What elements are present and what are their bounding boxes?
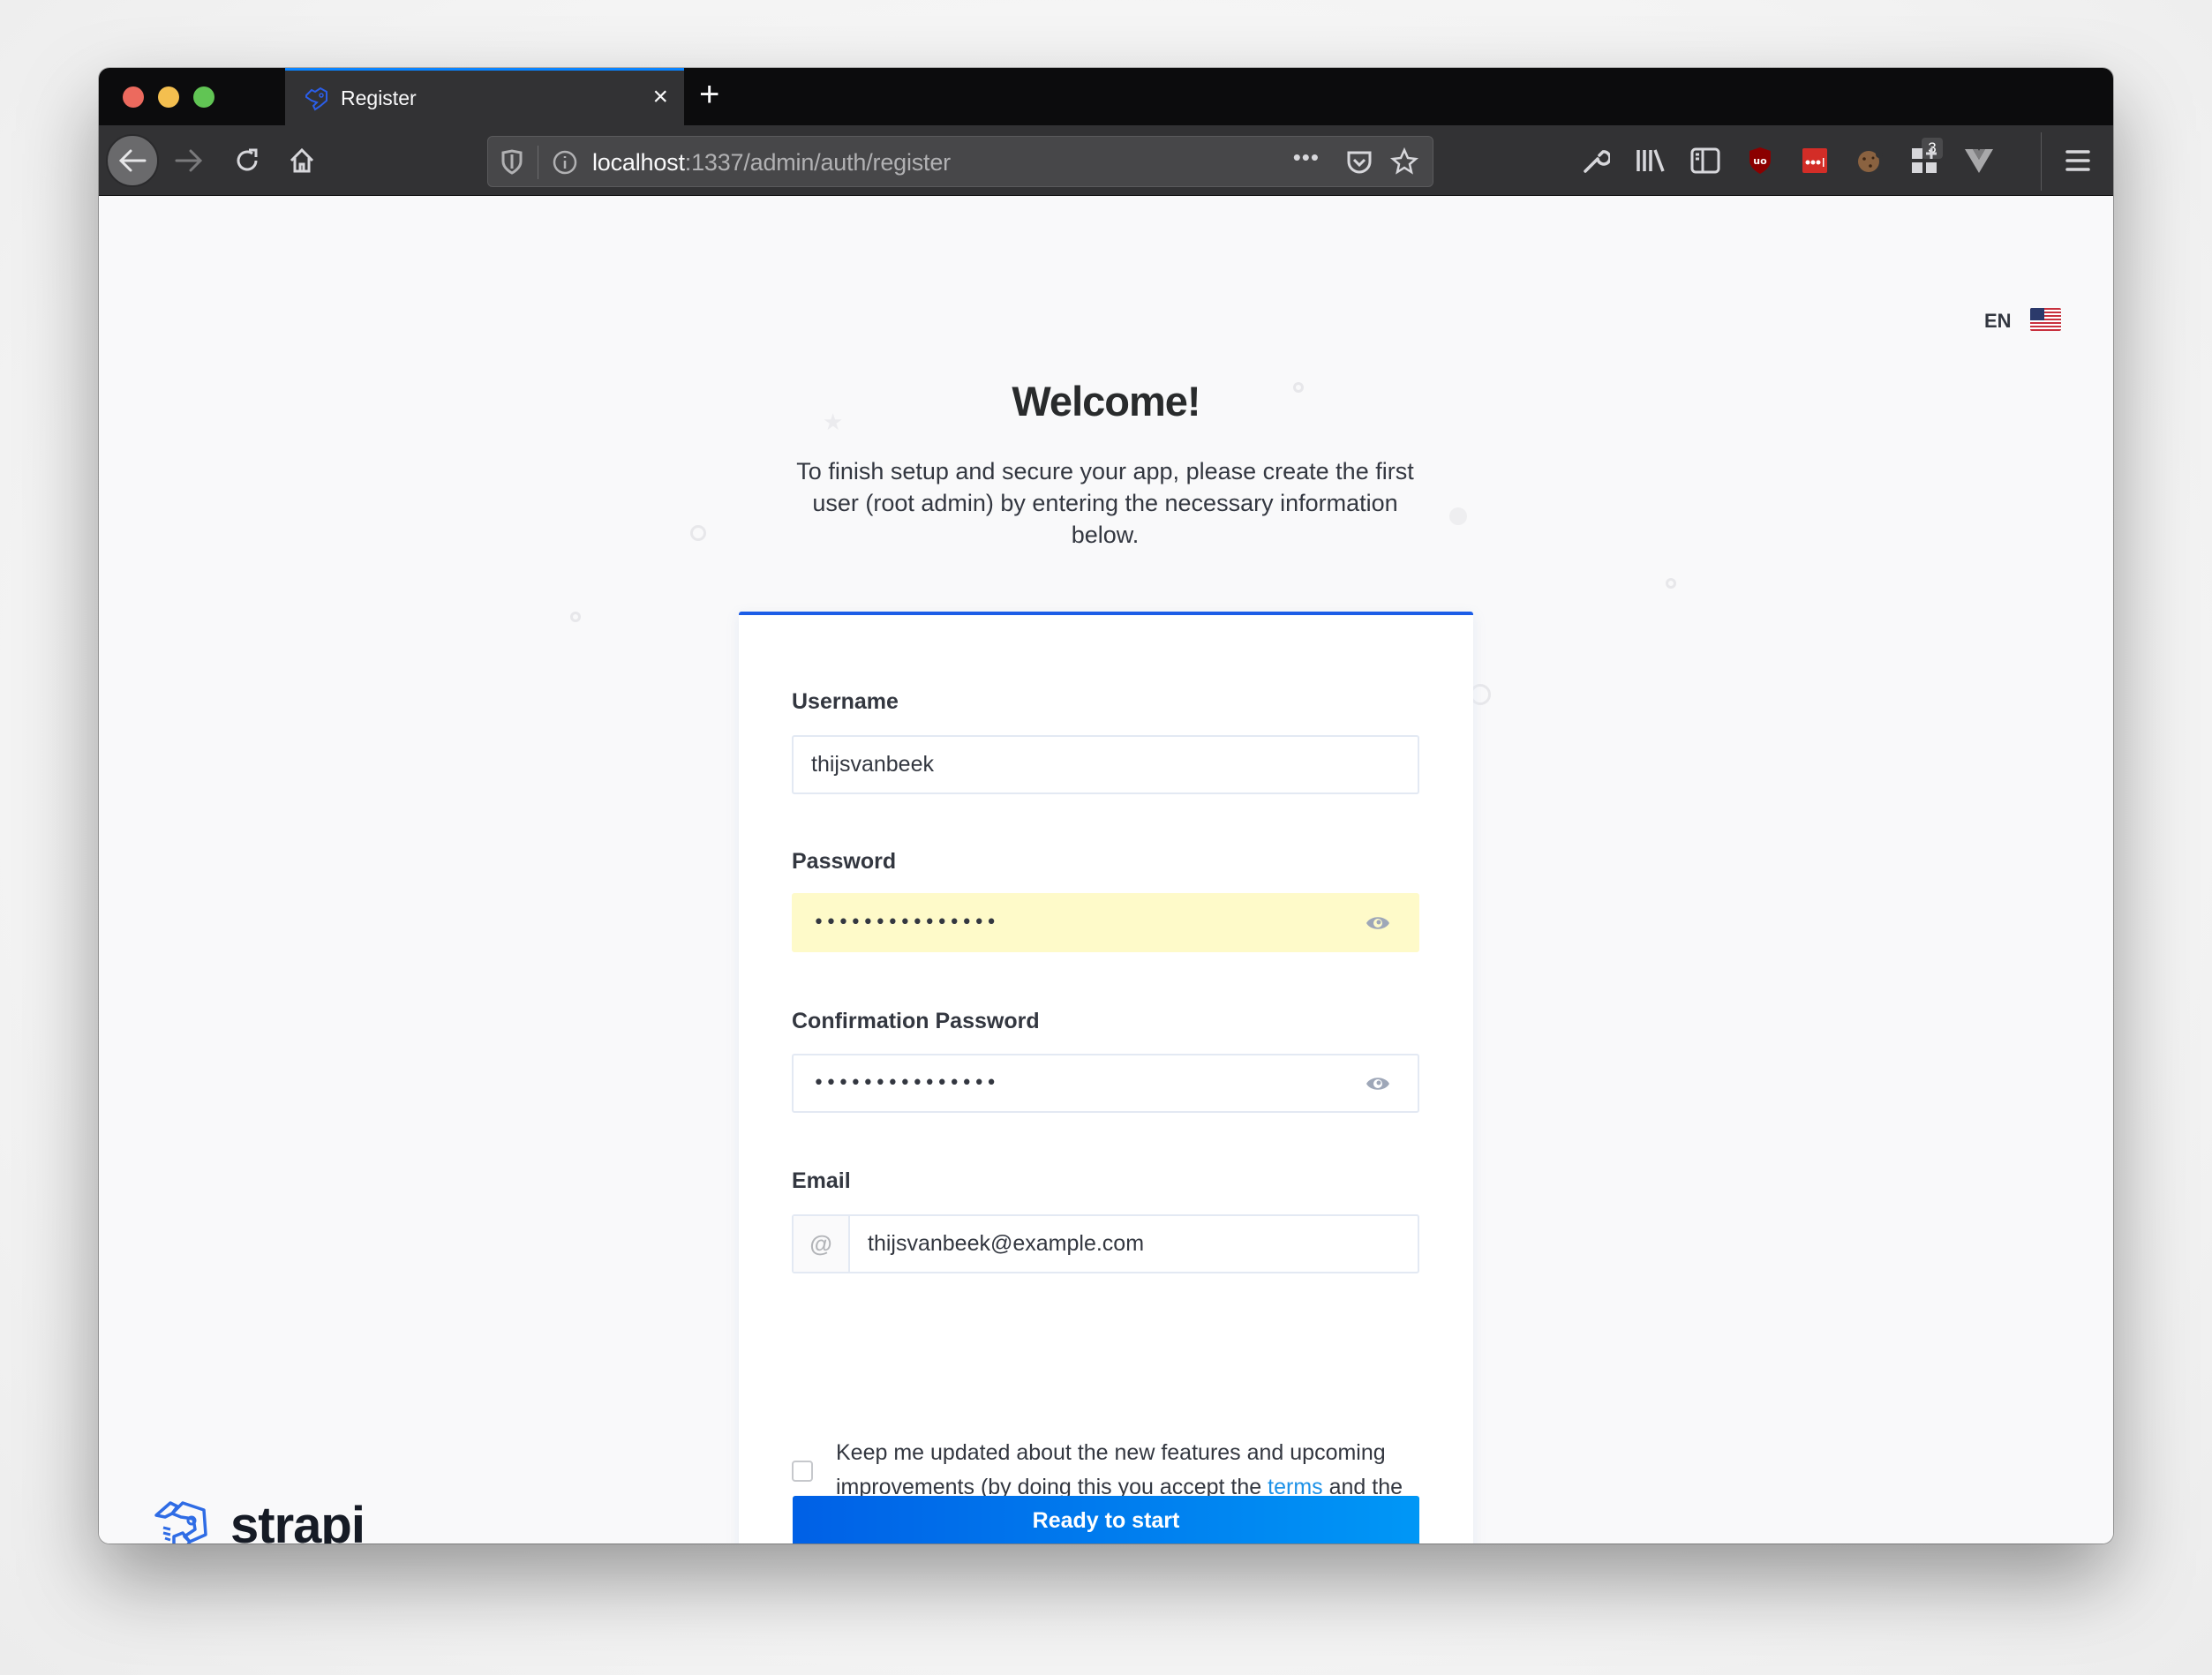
strapi-logo-icon xyxy=(154,1501,207,1544)
strapi-favicon-icon xyxy=(305,86,327,111)
apps-icon[interactable] xyxy=(1907,143,1942,178)
strapi-wordmark: strapi xyxy=(230,1496,365,1544)
home-icon xyxy=(290,147,314,173)
bookmark-star-icon[interactable] xyxy=(1390,147,1418,176)
at-sign-icon: @ xyxy=(794,1216,850,1272)
page-actions-icon[interactable]: ••• xyxy=(1293,144,1320,171)
wrench-icon[interactable] xyxy=(1578,143,1614,178)
language-selector[interactable]: EN xyxy=(1984,310,2012,333)
arrow-right-icon xyxy=(175,149,203,172)
forward-button[interactable] xyxy=(162,134,215,187)
decorative-circle xyxy=(1666,578,1676,589)
tracking-protection-icon[interactable] xyxy=(500,149,523,176)
cookie-icon[interactable] xyxy=(1852,143,1887,178)
toolbar-separator xyxy=(2041,132,2042,191)
decorative-circle xyxy=(570,612,581,622)
username-label: Username xyxy=(792,689,899,714)
reload-icon xyxy=(237,148,258,171)
browser-window: Register × + localhost:1337/admin/auth/r… xyxy=(99,68,2113,1544)
register-form: Username thijsvanbeek Password •••••••••… xyxy=(739,612,1473,1544)
email-input[interactable]: @ thijsvanbeek@example.com xyxy=(792,1214,1419,1273)
password-label: Password xyxy=(792,849,897,874)
confirm-password-input[interactable]: ••••••••••••••• xyxy=(792,1054,1419,1113)
lastpass-icon[interactable] xyxy=(1797,143,1832,178)
tab-strip: Register × + xyxy=(99,68,2113,125)
email-label: Email xyxy=(792,1168,851,1193)
close-tab-icon[interactable]: × xyxy=(652,81,668,113)
confirm-password-label: Confirmation Password xyxy=(792,1009,1040,1033)
minimize-window-button[interactable] xyxy=(158,86,179,108)
reload-button[interactable] xyxy=(221,134,274,187)
decorative-circle xyxy=(690,525,706,541)
nav-toolbar: localhost:1337/admin/auth/register ••• u… xyxy=(99,125,2113,196)
url-text[interactable]: localhost:1337/admin/auth/register xyxy=(592,149,951,177)
sidebar-icon[interactable] xyxy=(1688,143,1723,178)
password-value: ••••••••••••••• xyxy=(813,912,998,934)
site-info-icon[interactable] xyxy=(552,149,578,176)
ublock-icon[interactable]: uo xyxy=(1742,143,1778,178)
url-bar[interactable]: localhost:1337/admin/auth/register ••• xyxy=(487,136,1433,187)
pocket-icon[interactable] xyxy=(1346,149,1373,176)
arrow-left-icon xyxy=(118,149,147,172)
back-button[interactable] xyxy=(106,134,159,187)
library-icon[interactable] xyxy=(1633,143,1668,178)
page-title: Welcome! xyxy=(1012,378,1200,424)
us-flag-icon[interactable] xyxy=(2030,308,2061,331)
strapi-logo: strapi xyxy=(151,1494,365,1544)
decorative-dot xyxy=(1449,507,1467,525)
username-input[interactable]: thijsvanbeek xyxy=(792,735,1419,794)
intro-text: To finish setup and secure your app, ple… xyxy=(796,458,1414,548)
close-window-button[interactable] xyxy=(123,86,144,108)
ready-to-start-button[interactable]: Ready to start xyxy=(793,1496,1419,1544)
page-content: ★ EN Welcome! To finish setup and secure… xyxy=(99,197,2113,1544)
password-input[interactable]: ••••••••••••••• xyxy=(792,893,1419,952)
show-password-icon[interactable] xyxy=(1365,913,1391,933)
tab-title: Register xyxy=(341,86,417,109)
confirm-password-value: ••••••••••••••• xyxy=(813,1072,998,1094)
newsletter-checkbox[interactable] xyxy=(792,1461,813,1482)
svg-text:uo: uo xyxy=(1753,155,1767,167)
tab-register[interactable]: Register × xyxy=(285,68,684,125)
username-value: thijsvanbeek xyxy=(811,752,934,777)
menu-icon[interactable] xyxy=(2060,143,2095,178)
home-button[interactable] xyxy=(275,134,328,187)
email-value: thijsvanbeek@example.com xyxy=(868,1231,1145,1256)
maximize-window-button[interactable] xyxy=(193,86,214,108)
show-confirm-password-icon[interactable] xyxy=(1365,1074,1391,1093)
new-tab-button[interactable]: + xyxy=(699,75,719,114)
vue-devtools-icon[interactable] xyxy=(1961,143,1997,178)
